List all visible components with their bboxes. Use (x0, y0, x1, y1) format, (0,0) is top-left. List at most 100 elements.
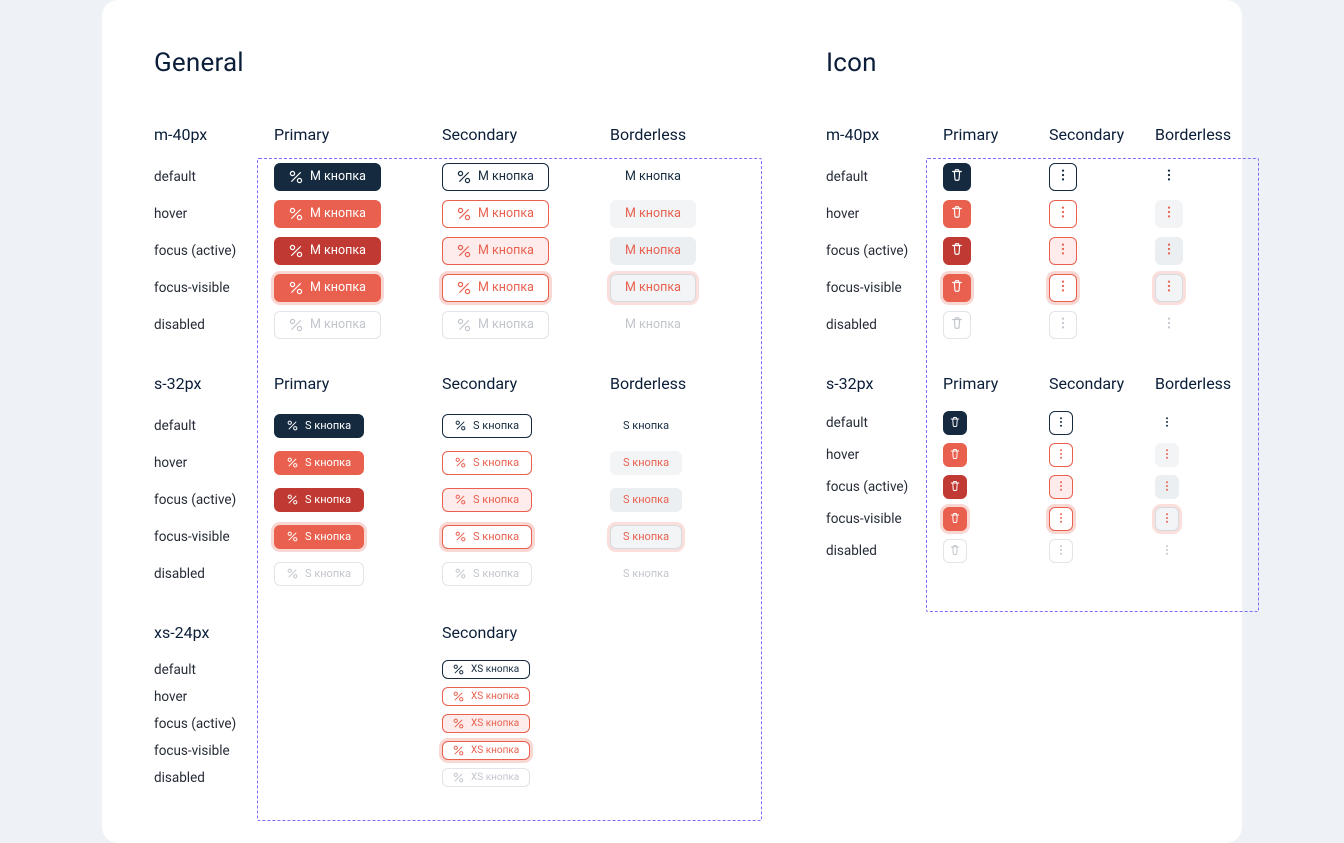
btn-label: М кнопка (625, 280, 681, 295)
btn-s-borderless-focusvisible[interactable]: S кнопка (610, 525, 682, 549)
state-disabled: disabled (826, 543, 877, 559)
dots-vertical-icon (1161, 480, 1173, 495)
state-hover: hover (826, 206, 859, 222)
iconbtn-s-primary-default[interactable] (943, 411, 967, 435)
btn-m-secondary-default[interactable]: М кнопка (442, 163, 549, 191)
iconbtn-s-borderless-focusvisible[interactable] (1155, 507, 1179, 531)
variant-primary: Primary (943, 374, 998, 393)
btn-s-primary-disabled: S кнопка (274, 562, 364, 586)
btn-xs-secondary-default[interactable]: XS кнопка (442, 660, 530, 679)
btn-label: М кнопка (310, 317, 366, 332)
btn-m-secondary-disabled: М кнопка (442, 311, 549, 339)
dots-vertical-icon (1161, 544, 1173, 559)
state-focus-active: focus (active) (826, 243, 908, 259)
state-disabled: disabled (826, 317, 877, 333)
iconbtn-m-primary-active[interactable] (943, 237, 971, 265)
state-disabled: disabled (154, 317, 205, 333)
iconbtn-m-secondary-focusvisible[interactable] (1049, 274, 1077, 302)
btn-label: S кнопка (305, 493, 351, 506)
dots-vertical-icon (1162, 205, 1176, 222)
btn-label: М кнопка (478, 280, 534, 295)
btn-xs-secondary-hover[interactable]: XS кнопка (442, 687, 530, 706)
iconbtn-m-primary-default[interactable] (943, 163, 971, 191)
iconbtn-s-secondary-default[interactable] (1049, 411, 1073, 435)
btn-xs-secondary-active[interactable]: XS кнопка (442, 714, 530, 733)
variant-secondary: Secondary (442, 125, 517, 144)
btn-m-primary-default[interactable]: М кнопка (274, 163, 381, 191)
btn-m-primary-active[interactable]: М кнопка (274, 237, 381, 265)
percent-icon (453, 718, 464, 729)
btn-label: S кнопка (623, 493, 669, 506)
btn-m-primary-focusvisible[interactable]: М кнопка (274, 274, 381, 302)
btn-label: М кнопка (478, 317, 534, 332)
btn-s-primary-default[interactable]: S кнопка (274, 414, 364, 438)
iconbtn-m-borderless-focusvisible[interactable] (1155, 274, 1183, 302)
iconbtn-m-borderless-active[interactable] (1155, 237, 1183, 265)
btn-s-primary-hover[interactable]: S кнопка (274, 451, 364, 475)
btn-label: S кнопка (623, 567, 669, 580)
state-hover: hover (154, 206, 187, 222)
section-title-icon: Icon (826, 48, 1247, 78)
btn-xs-secondary-focusvisible[interactable]: XS кнопка (442, 741, 530, 760)
percent-icon (287, 568, 298, 579)
iconbtn-m-primary-disabled (943, 311, 971, 339)
btn-m-secondary-focusvisible[interactable]: М кнопка (442, 274, 549, 302)
iconbtn-s-secondary-active[interactable] (1049, 475, 1073, 499)
percent-icon (289, 170, 303, 184)
btn-label: S кнопка (473, 456, 519, 469)
iconbtn-s-primary-active[interactable] (943, 475, 967, 499)
btn-s-primary-focusvisible[interactable]: S кнопка (274, 525, 364, 549)
btn-m-borderless-active[interactable]: М кнопка (610, 237, 696, 265)
percent-icon (287, 531, 298, 542)
iconbtn-s-borderless-hover[interactable] (1155, 443, 1179, 467)
dots-vertical-icon (1055, 448, 1067, 463)
btn-s-borderless-hover[interactable]: S кнопка (610, 451, 682, 475)
btn-label: М кнопка (478, 169, 534, 184)
btn-s-borderless-default[interactable]: S кнопка (610, 414, 682, 438)
btn-m-primary-hover[interactable]: М кнопка (274, 200, 381, 228)
iconbtn-m-primary-hover[interactable] (943, 200, 971, 228)
btn-label: XS кнопка (471, 691, 519, 702)
btn-m-secondary-active[interactable]: М кнопка (442, 237, 549, 265)
iconbtn-s-primary-hover[interactable] (943, 443, 967, 467)
btn-s-primary-active[interactable]: S кнопка (274, 488, 364, 512)
iconbtn-m-borderless-default[interactable] (1155, 163, 1183, 191)
iconbtn-s-secondary-hover[interactable] (1049, 443, 1073, 467)
btn-s-secondary-default[interactable]: S кнопка (442, 414, 532, 438)
btn-s-secondary-focusvisible[interactable]: S кнопка (442, 525, 532, 549)
iconbtn-s-primary-disabled (943, 539, 967, 563)
btn-m-borderless-hover[interactable]: М кнопка (610, 200, 696, 228)
percent-icon (457, 244, 471, 258)
btn-m-borderless-focusvisible[interactable]: М кнопка (610, 274, 696, 302)
iconbtn-m-secondary-default[interactable] (1049, 163, 1077, 191)
iconbtn-m-primary-focusvisible[interactable] (943, 274, 971, 302)
trash-icon (949, 416, 961, 431)
btn-m-secondary-hover[interactable]: М кнопка (442, 200, 549, 228)
iconbtn-m-borderless-hover[interactable] (1155, 200, 1183, 228)
trash-icon (950, 205, 964, 222)
btn-s-borderless-active[interactable]: S кнопка (610, 488, 682, 512)
state-default: default (826, 169, 868, 185)
btn-label: М кнопка (310, 169, 366, 184)
dots-vertical-icon (1056, 316, 1070, 333)
iconbtn-m-secondary-hover[interactable] (1049, 200, 1077, 228)
btn-label: S кнопка (473, 530, 519, 543)
percent-icon (287, 494, 298, 505)
iconbtn-s-borderless-default[interactable] (1155, 411, 1179, 435)
iconbtn-s-secondary-focusvisible[interactable] (1049, 507, 1073, 531)
iconbtn-s-borderless-active[interactable] (1155, 475, 1179, 499)
iconbtn-s-primary-focusvisible[interactable] (943, 507, 967, 531)
percent-icon (457, 207, 471, 221)
btn-s-secondary-active[interactable]: S кнопка (442, 488, 532, 512)
state-focus-active: focus (active) (154, 492, 236, 508)
btn-label: М кнопка (478, 243, 534, 258)
percent-icon (289, 244, 303, 258)
state-focus-visible: focus-visible (154, 529, 230, 545)
btn-m-borderless-default[interactable]: М кнопка (610, 163, 696, 191)
state-default: default (826, 415, 868, 431)
btn-s-secondary-hover[interactable]: S кнопка (442, 451, 532, 475)
btn-s-borderless-disabled: S кнопка (610, 562, 682, 586)
btn-label: S кнопка (623, 530, 669, 543)
iconbtn-m-secondary-active[interactable] (1049, 237, 1077, 265)
percent-icon (455, 420, 466, 431)
